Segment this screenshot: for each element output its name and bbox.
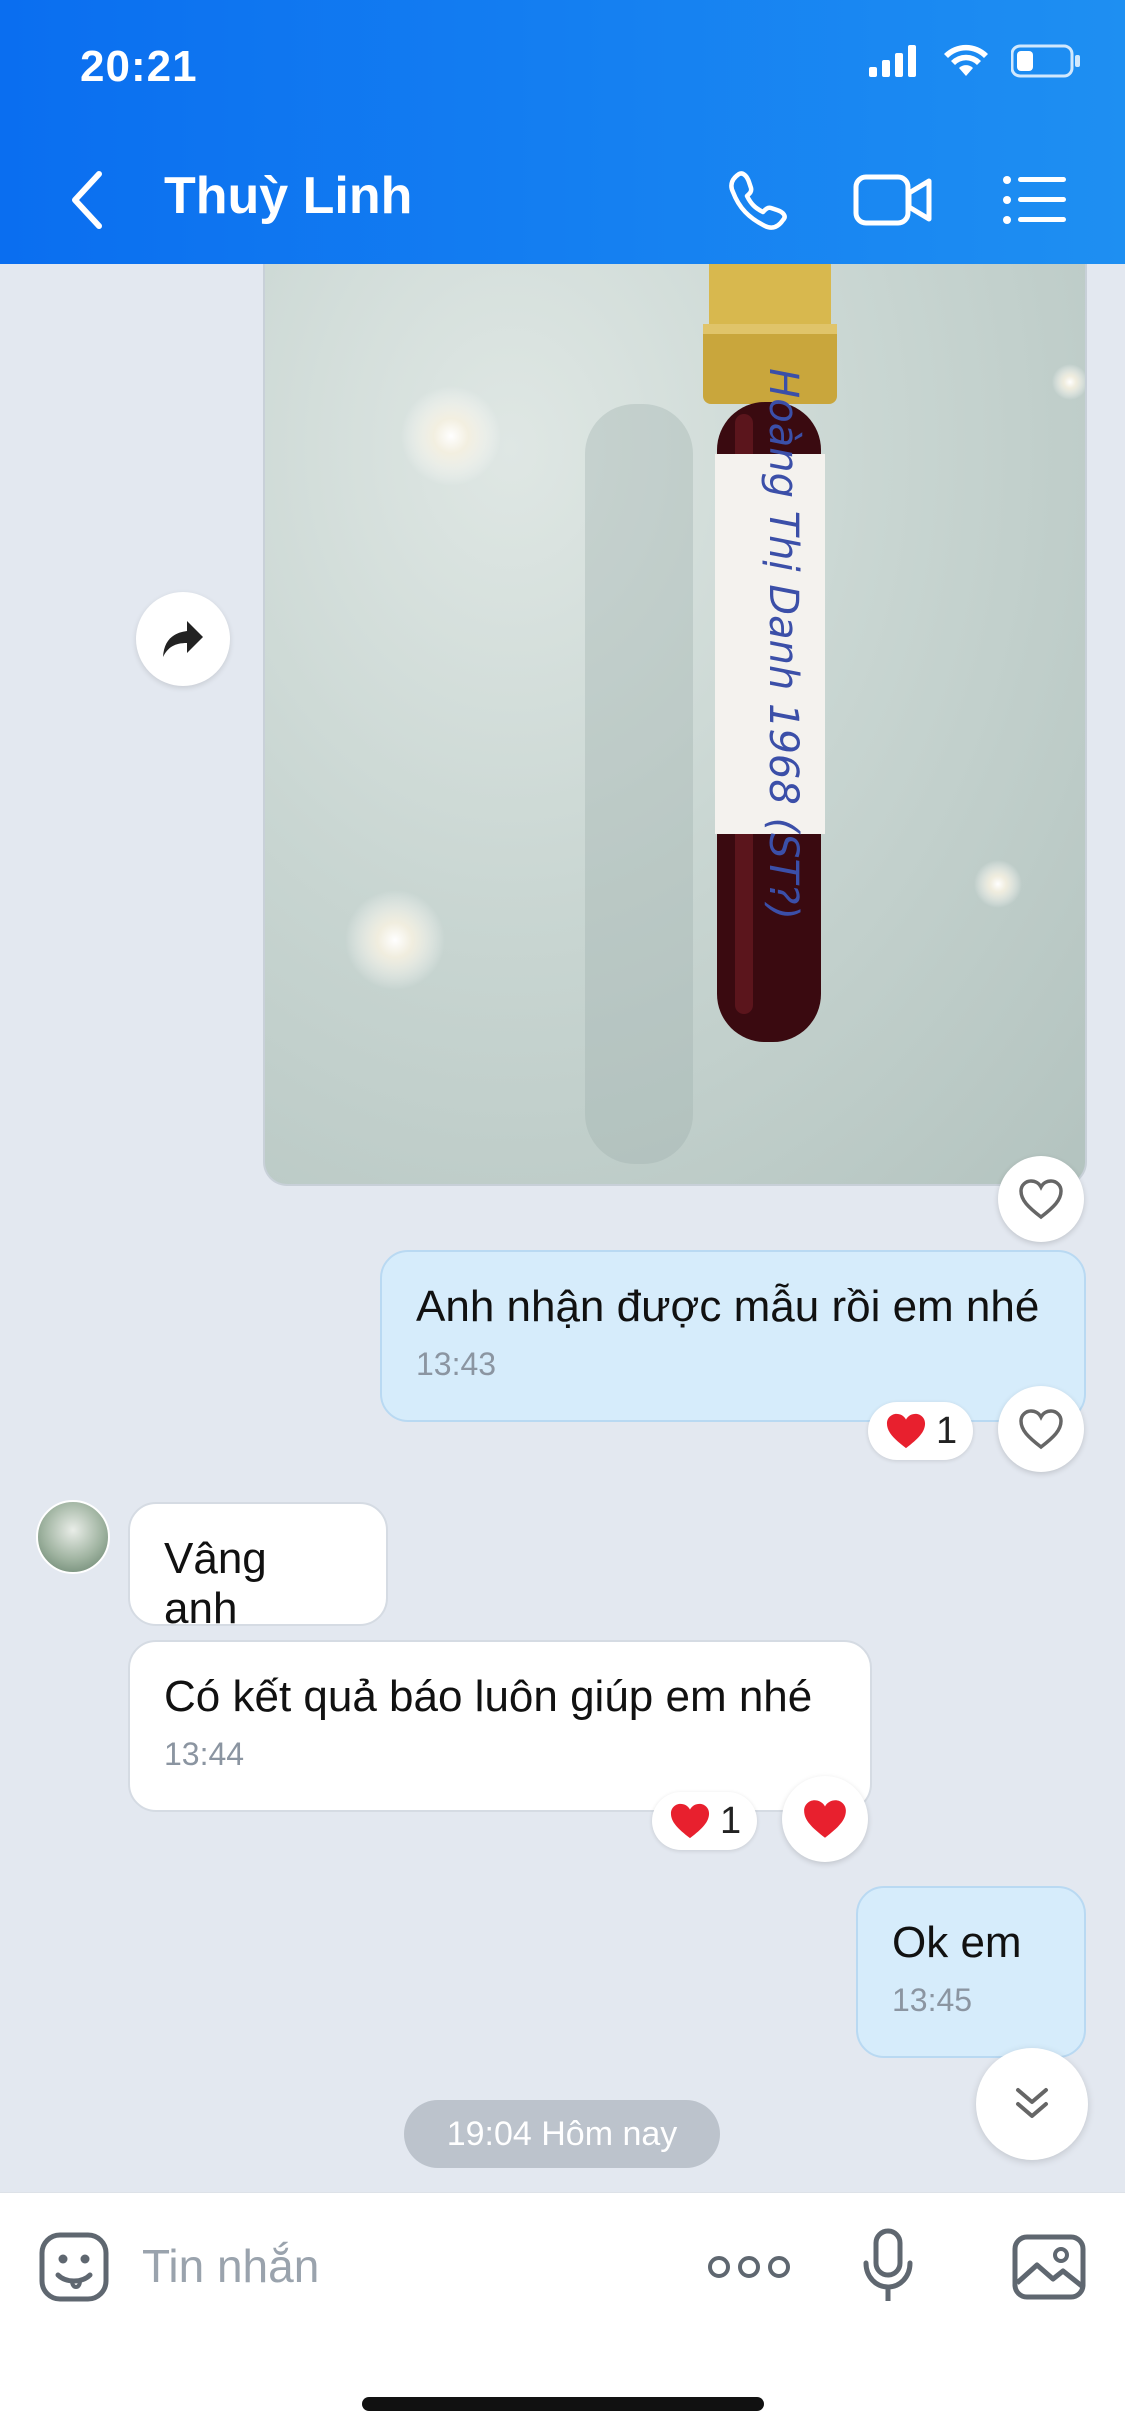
outgoing-message[interactable]: Anh nhận được mẫu rồi em nhé 13:43 (380, 1250, 1086, 1422)
battery-icon (1011, 44, 1080, 78)
chevron-left-icon (72, 171, 102, 229)
message-time: 13:43 (416, 1346, 497, 1382)
reaction-summary[interactable]: 1 (652, 1792, 758, 1850)
call-button[interactable] (712, 160, 802, 240)
date-separator: 19:04 Hôm nay (404, 2100, 720, 2168)
react-button[interactable] (998, 1156, 1084, 1242)
chat-header: 20:21 Thuỳ Linh (0, 0, 1125, 264)
heart-icon (804, 1800, 846, 1838)
more-dots-icon (708, 2256, 790, 2278)
message-time: 13:44 (164, 1736, 245, 1772)
list-menu-icon (1003, 176, 1066, 224)
blood-sample-tube-photo: Hoàng Thị Danh 1968 (ST?) (345, 264, 1085, 1164)
forward-button[interactable] (136, 592, 230, 686)
double-chevron-down-icon (1016, 2088, 1048, 2118)
reaction-summary[interactable]: 1 (868, 1402, 974, 1460)
message-text: Ok em (892, 1918, 1022, 1967)
heart-icon (886, 1413, 926, 1449)
contact-avatar[interactable] (36, 1500, 110, 1574)
sticker-button[interactable] (34, 2225, 114, 2309)
react-button[interactable] (998, 1386, 1084, 1472)
chat-options-button[interactable] (990, 160, 1080, 240)
phone-icon (729, 171, 787, 230)
chat-area[interactable]: Hoàng Thị Danh 1968 (ST?) Anh nhận được … (0, 264, 1125, 2192)
wifi-icon (944, 44, 988, 76)
message-text: Vâng anh (164, 1534, 267, 1633)
message-time: 13:45 (892, 1982, 973, 2018)
video-call-button[interactable] (848, 160, 938, 240)
microphone-icon (863, 2228, 913, 2301)
scroll-to-bottom-button[interactable] (976, 2048, 1088, 2160)
incoming-message[interactable]: Có kết quả báo luôn giúp em nhé 13:44 (128, 1640, 872, 1812)
home-indicator (362, 2397, 764, 2411)
status-icons (869, 44, 1081, 78)
incoming-message[interactable]: Vâng anh (128, 1502, 388, 1633)
message-text: Anh nhận được mẫu rồi em nhé (416, 1282, 1040, 1331)
heart-outline-icon (1019, 1409, 1063, 1450)
reaction-count: 1 (720, 1799, 742, 1842)
share-arrow-icon (163, 621, 203, 657)
more-options-button[interactable] (704, 2225, 794, 2309)
status-time: 20:21 (80, 42, 198, 91)
photo-message[interactable]: Hoàng Thị Danh 1968 (ST?) (263, 264, 1087, 1186)
outgoing-message[interactable]: Ok em 13:45 (856, 1886, 1086, 2058)
heart-outline-icon (1019, 1179, 1063, 1220)
message-text: Có kết quả báo luôn giúp em nhé (164, 1672, 813, 1721)
emoji-sticker-icon (39, 2232, 109, 2302)
message-input[interactable]: Tin nhắn (142, 2239, 319, 2293)
voice-message-button[interactable] (848, 2225, 928, 2309)
react-button[interactable] (782, 1776, 868, 1862)
tube-label-text: Hoàng Thị Danh 1968 (ST?) (760, 368, 806, 920)
gallery-button[interactable] (1004, 2225, 1094, 2309)
signal-icon (869, 45, 916, 77)
image-gallery-icon (1012, 2234, 1086, 2300)
reaction-count: 1 (936, 1409, 958, 1452)
video-call-icon (853, 174, 932, 226)
contact-name[interactable]: Thuỳ Linh (164, 166, 412, 226)
message-input-bar: Tin nhắn (0, 2192, 1125, 2436)
heart-icon (670, 1803, 710, 1839)
back-button[interactable] (42, 160, 132, 240)
